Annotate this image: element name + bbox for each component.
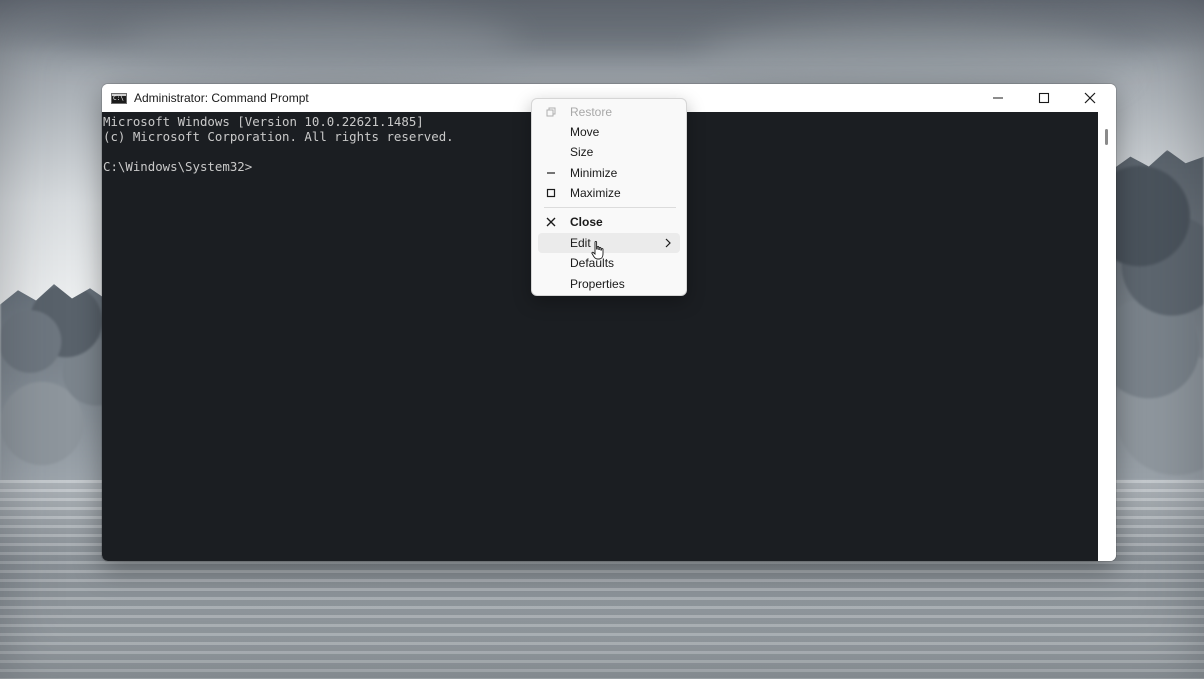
menu-item-label: Move [570,125,600,139]
restore-icon [546,107,556,117]
minimize-icon [993,97,1003,99]
scrollbar-thumb[interactable] [1105,129,1108,145]
close-icon [546,217,556,227]
menu-item-label: Edit [570,236,591,250]
vertical-scrollbar[interactable] [1098,112,1116,561]
menu-item-label: Properties [570,277,625,291]
close-icon [1084,92,1096,104]
menu-item-label: Maximize [570,186,621,200]
menu-separator [544,207,676,208]
menu-item-label: Size [570,145,594,159]
maximize-icon [546,188,556,198]
window-title: Administrator: Command Prompt [134,91,309,105]
chevron-right-icon [665,238,671,248]
menu-item-restore[interactable]: Restore [538,102,680,122]
cmd-icon[interactable] [111,93,127,104]
system-context-menu: Restore Move Size Minimize Maximize Clos… [531,98,687,296]
menu-item-label: Minimize [570,166,618,180]
menu-item-label: Restore [570,105,613,119]
minimize-icon [547,172,555,174]
minimize-button[interactable] [975,84,1021,112]
close-button[interactable] [1067,84,1113,112]
menu-item-size[interactable]: Size [538,142,680,162]
menu-item-maximize[interactable]: Maximize [538,183,680,203]
maximize-icon [1038,92,1050,104]
menu-item-defaults[interactable]: Defaults [538,253,680,273]
menu-item-edit[interactable]: Edit [538,233,680,253]
menu-item-label: Close [570,215,603,229]
menu-item-minimize[interactable]: Minimize [538,163,680,183]
maximize-button[interactable] [1021,84,1067,112]
menu-item-close[interactable]: Close [538,212,680,232]
menu-item-properties[interactable]: Properties [538,274,680,294]
hand-pointer-icon [591,241,604,260]
menu-item-move[interactable]: Move [538,122,680,142]
